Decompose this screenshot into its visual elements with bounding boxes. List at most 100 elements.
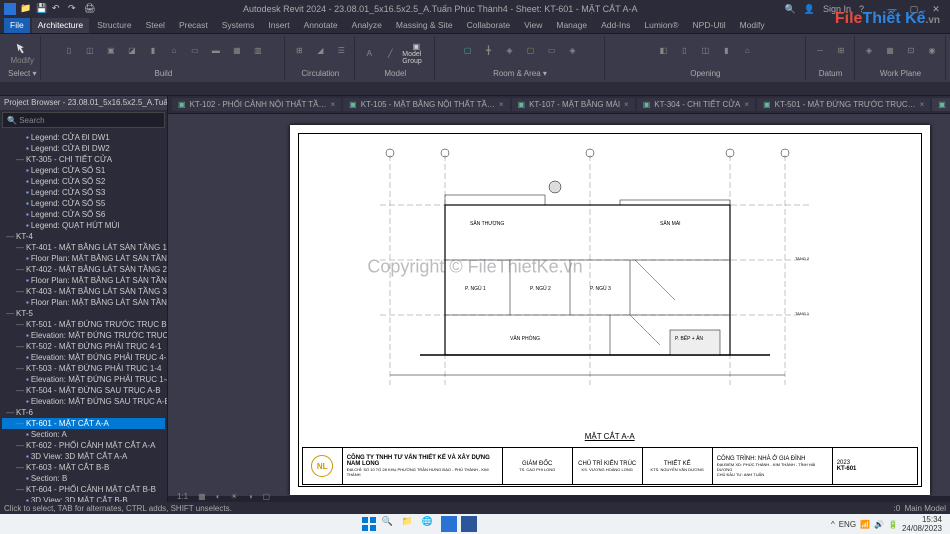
tree-item[interactable]: ▪Legend: CỬA SỔ S5 bbox=[2, 198, 165, 209]
scale-control[interactable]: 1:1 bbox=[174, 491, 191, 502]
column-tool[interactable]: ▮ bbox=[144, 38, 162, 62]
shadows[interactable]: ◑ bbox=[245, 491, 256, 502]
close-icon[interactable]: × bbox=[744, 100, 749, 109]
clock-date[interactable]: 24/08/2023 bbox=[902, 524, 942, 533]
tree-item[interactable]: ▪Elevation: MẶT ĐỨNG SAU TRỤC A-B bbox=[2, 396, 165, 407]
railing-tool[interactable]: ⊞ bbox=[290, 38, 308, 62]
tree-item[interactable]: ▪Legend: CỬA SỔ S3 bbox=[2, 187, 165, 198]
edge-taskbar[interactable]: 🌐 bbox=[421, 516, 437, 532]
tree-item[interactable]: —KT-5 bbox=[2, 308, 165, 319]
ribbon-tab-insert[interactable]: Insert bbox=[262, 18, 295, 33]
save-icon[interactable]: 💾 bbox=[36, 3, 48, 15]
tree-item[interactable]: ▪Section: A bbox=[2, 429, 165, 440]
tag-room-tool[interactable]: ◈ bbox=[501, 38, 519, 62]
tree-item[interactable]: ▪Floor Plan: MẶT BẰNG LÁT SÀN TẦNG 2 bbox=[2, 275, 165, 286]
explorer-taskbar[interactable]: 📁 bbox=[401, 516, 417, 532]
tag-area-tool[interactable]: ◈ bbox=[564, 38, 582, 62]
tree-item[interactable]: —KT-401 - MẶT BẰNG LÁT SÀN TẦNG 1 bbox=[2, 242, 165, 253]
wall-tool[interactable]: ▯ bbox=[60, 38, 78, 62]
tree-item[interactable]: ▪Floor Plan: MẶT BẰNG LÁT SÀN TẦNG 3 bbox=[2, 297, 165, 308]
tree-item[interactable]: ▪Legend: QUẠT HÚT MÙI bbox=[2, 220, 165, 231]
doc-tab[interactable]: ▣ KT-107 - MẶT BẰNG MÁI × bbox=[512, 98, 635, 111]
clock-time[interactable]: 15:34 bbox=[902, 515, 942, 524]
modify-tool[interactable]: Modify bbox=[8, 38, 36, 68]
print-icon[interactable]: 🖨 bbox=[84, 3, 96, 15]
redo-icon[interactable]: ↷ bbox=[68, 3, 80, 15]
ribbon-tab-systems[interactable]: Systems bbox=[216, 18, 261, 33]
tree-item[interactable]: ▪Legend: CỬA SỔ S6 bbox=[2, 209, 165, 220]
ribbon-tab-massingsite[interactable]: Massing & Site bbox=[390, 18, 459, 33]
tree-item[interactable]: ▪Legend: CỬA SỔ S1 bbox=[2, 165, 165, 176]
search-taskbar[interactable]: 🔍 bbox=[381, 516, 397, 532]
crop-view[interactable]: ▢ bbox=[260, 491, 274, 502]
user-icon[interactable]: 👤 bbox=[804, 4, 815, 15]
tree-item[interactable]: —KT-504 - MẶT ĐỨNG SAU TRỤC A-B bbox=[2, 385, 165, 396]
doc-tab[interactable]: ▣ KT-501 - MẶT ĐỨNG TRƯỚC TRỤC… × bbox=[757, 98, 930, 111]
ribbon-tab-structure[interactable]: Structure bbox=[91, 18, 138, 33]
ref-plane-tool[interactable]: ⊡ bbox=[902, 38, 920, 62]
ribbon-tab-manage[interactable]: Manage bbox=[550, 18, 593, 33]
doc-tab[interactable]: ▣ KT-102 - PHỐI CẢNH NỘI THẤT TẦ… × bbox=[172, 98, 341, 111]
door-tool[interactable]: ◫ bbox=[81, 38, 99, 62]
dormer-tool[interactable]: ⌂ bbox=[738, 38, 756, 62]
tree-item[interactable]: —KT-305 - CHI TIẾT CỬA bbox=[2, 154, 165, 165]
tree-item[interactable]: ▪Elevation: MẶT ĐỨNG PHẢI TRỤC 4-1 bbox=[2, 352, 165, 363]
ribbon-tab-precast[interactable]: Precast bbox=[173, 18, 214, 33]
ribbon-tab-lumion[interactable]: Lumion® bbox=[638, 18, 684, 33]
vertical-tool[interactable]: ▮ bbox=[717, 38, 735, 62]
window-tool[interactable]: ▣ bbox=[102, 38, 120, 62]
tree-item[interactable]: ▪Legend: CỬA SỔ S2 bbox=[2, 176, 165, 187]
viewer-tool[interactable]: ◉ bbox=[923, 38, 941, 62]
tree-item[interactable]: —KT-403 - MẶT BẰNG LÁT SÀN TẦNG 3 bbox=[2, 286, 165, 297]
curtain-tool[interactable]: ▦ bbox=[228, 38, 246, 62]
tray-lang[interactable]: ENG bbox=[839, 520, 856, 529]
ribbon-tab-analyze[interactable]: Analyze bbox=[346, 18, 388, 33]
doc-tab[interactable]: ▣ KT-601 - MẶT CẮT A-A × bbox=[932, 98, 950, 111]
tree-item[interactable]: —KT-4 bbox=[2, 231, 165, 242]
close-icon[interactable]: × bbox=[330, 100, 335, 109]
area-boundary-tool[interactable]: ▭ bbox=[543, 38, 561, 62]
undo-icon[interactable]: ↶ bbox=[52, 3, 64, 15]
ribbon-tab-file[interactable]: File bbox=[4, 18, 30, 33]
revit-taskbar[interactable] bbox=[441, 516, 457, 532]
doc-tab[interactable]: ▣ KT-105 - MẶT BẰNG NỘI THẤT TẦ… × bbox=[343, 98, 509, 111]
ramp-tool[interactable]: ◢ bbox=[311, 38, 329, 62]
stair-tool[interactable]: ☰ bbox=[332, 38, 350, 62]
drawing-canvas[interactable]: SÂN THƯỢNG SÂN MÁI P. NGỦ 1 P. NGỦ 2 P. … bbox=[168, 114, 950, 506]
ribbon-tab-addins[interactable]: Add-Ins bbox=[595, 18, 636, 33]
close-icon[interactable]: × bbox=[499, 100, 504, 109]
ribbon-tab-collaborate[interactable]: Collaborate bbox=[461, 18, 516, 33]
tree-item[interactable]: ▪Elevation: MẶT ĐỨNG TRƯỚC TRỤC B-A bbox=[2, 330, 165, 341]
tray-volume-icon[interactable]: 🔊 bbox=[874, 520, 884, 529]
tree-item[interactable]: ▪Legend: CỬA ĐI DW2 bbox=[2, 143, 165, 154]
tree-item[interactable]: —KT-603 - MẶT CẮT B-B bbox=[2, 462, 165, 473]
tree-item[interactable]: ▪Section: B bbox=[2, 473, 165, 484]
search-icon[interactable]: 🔍 bbox=[785, 4, 796, 15]
by-face-tool[interactable]: ◧ bbox=[654, 38, 672, 62]
tree-item[interactable]: ▪3D View: 3D MẶT CẮT A-A bbox=[2, 451, 165, 462]
model-group-tool[interactable]: ▣Model Group bbox=[402, 38, 430, 68]
tree-item[interactable]: ▪Floor Plan: MẶT BẰNG LÁT SÀN TẦNG 1 bbox=[2, 253, 165, 264]
level-tool[interactable]: ─ bbox=[811, 38, 829, 62]
model-line-tool[interactable]: ╱ bbox=[381, 41, 399, 65]
close-icon[interactable]: × bbox=[624, 100, 629, 109]
doc-tab[interactable]: ▣ KT-304 - CHI TIẾT CỬA × bbox=[637, 98, 755, 111]
tree-item[interactable]: —KT-6 bbox=[2, 407, 165, 418]
ribbon-tab-annotate[interactable]: Annotate bbox=[298, 18, 344, 33]
mullion-tool[interactable]: ▥ bbox=[249, 38, 267, 62]
tray-battery-icon[interactable]: 🔋 bbox=[888, 520, 898, 529]
visual-style[interactable]: ◐ bbox=[213, 491, 224, 502]
ribbon-tab-modify[interactable]: Modify bbox=[734, 18, 771, 33]
close-icon[interactable]: × bbox=[920, 100, 925, 109]
tree-item[interactable]: —KT-502 - MẶT ĐỨNG PHẢI TRỤC 4-1 bbox=[2, 341, 165, 352]
ceiling-tool[interactable]: ▭ bbox=[186, 38, 204, 62]
tray-wifi-icon[interactable]: 📶 bbox=[860, 520, 870, 529]
start-button[interactable] bbox=[361, 516, 377, 532]
word-taskbar[interactable] bbox=[461, 516, 477, 532]
ribbon-tab-npdutil[interactable]: NPD-Util bbox=[687, 18, 732, 33]
show-plane-tool[interactable]: ▦ bbox=[881, 38, 899, 62]
tree-item[interactable]: —KT-604 - PHỐI CẢNH MẶT CẮT B-B bbox=[2, 484, 165, 495]
area-tool[interactable]: ▢ bbox=[522, 38, 540, 62]
component-tool[interactable]: ◪ bbox=[123, 38, 141, 62]
tree-item[interactable]: —KT-501 - MẶT ĐỨNG TRƯỚC TRỤC B-A bbox=[2, 319, 165, 330]
